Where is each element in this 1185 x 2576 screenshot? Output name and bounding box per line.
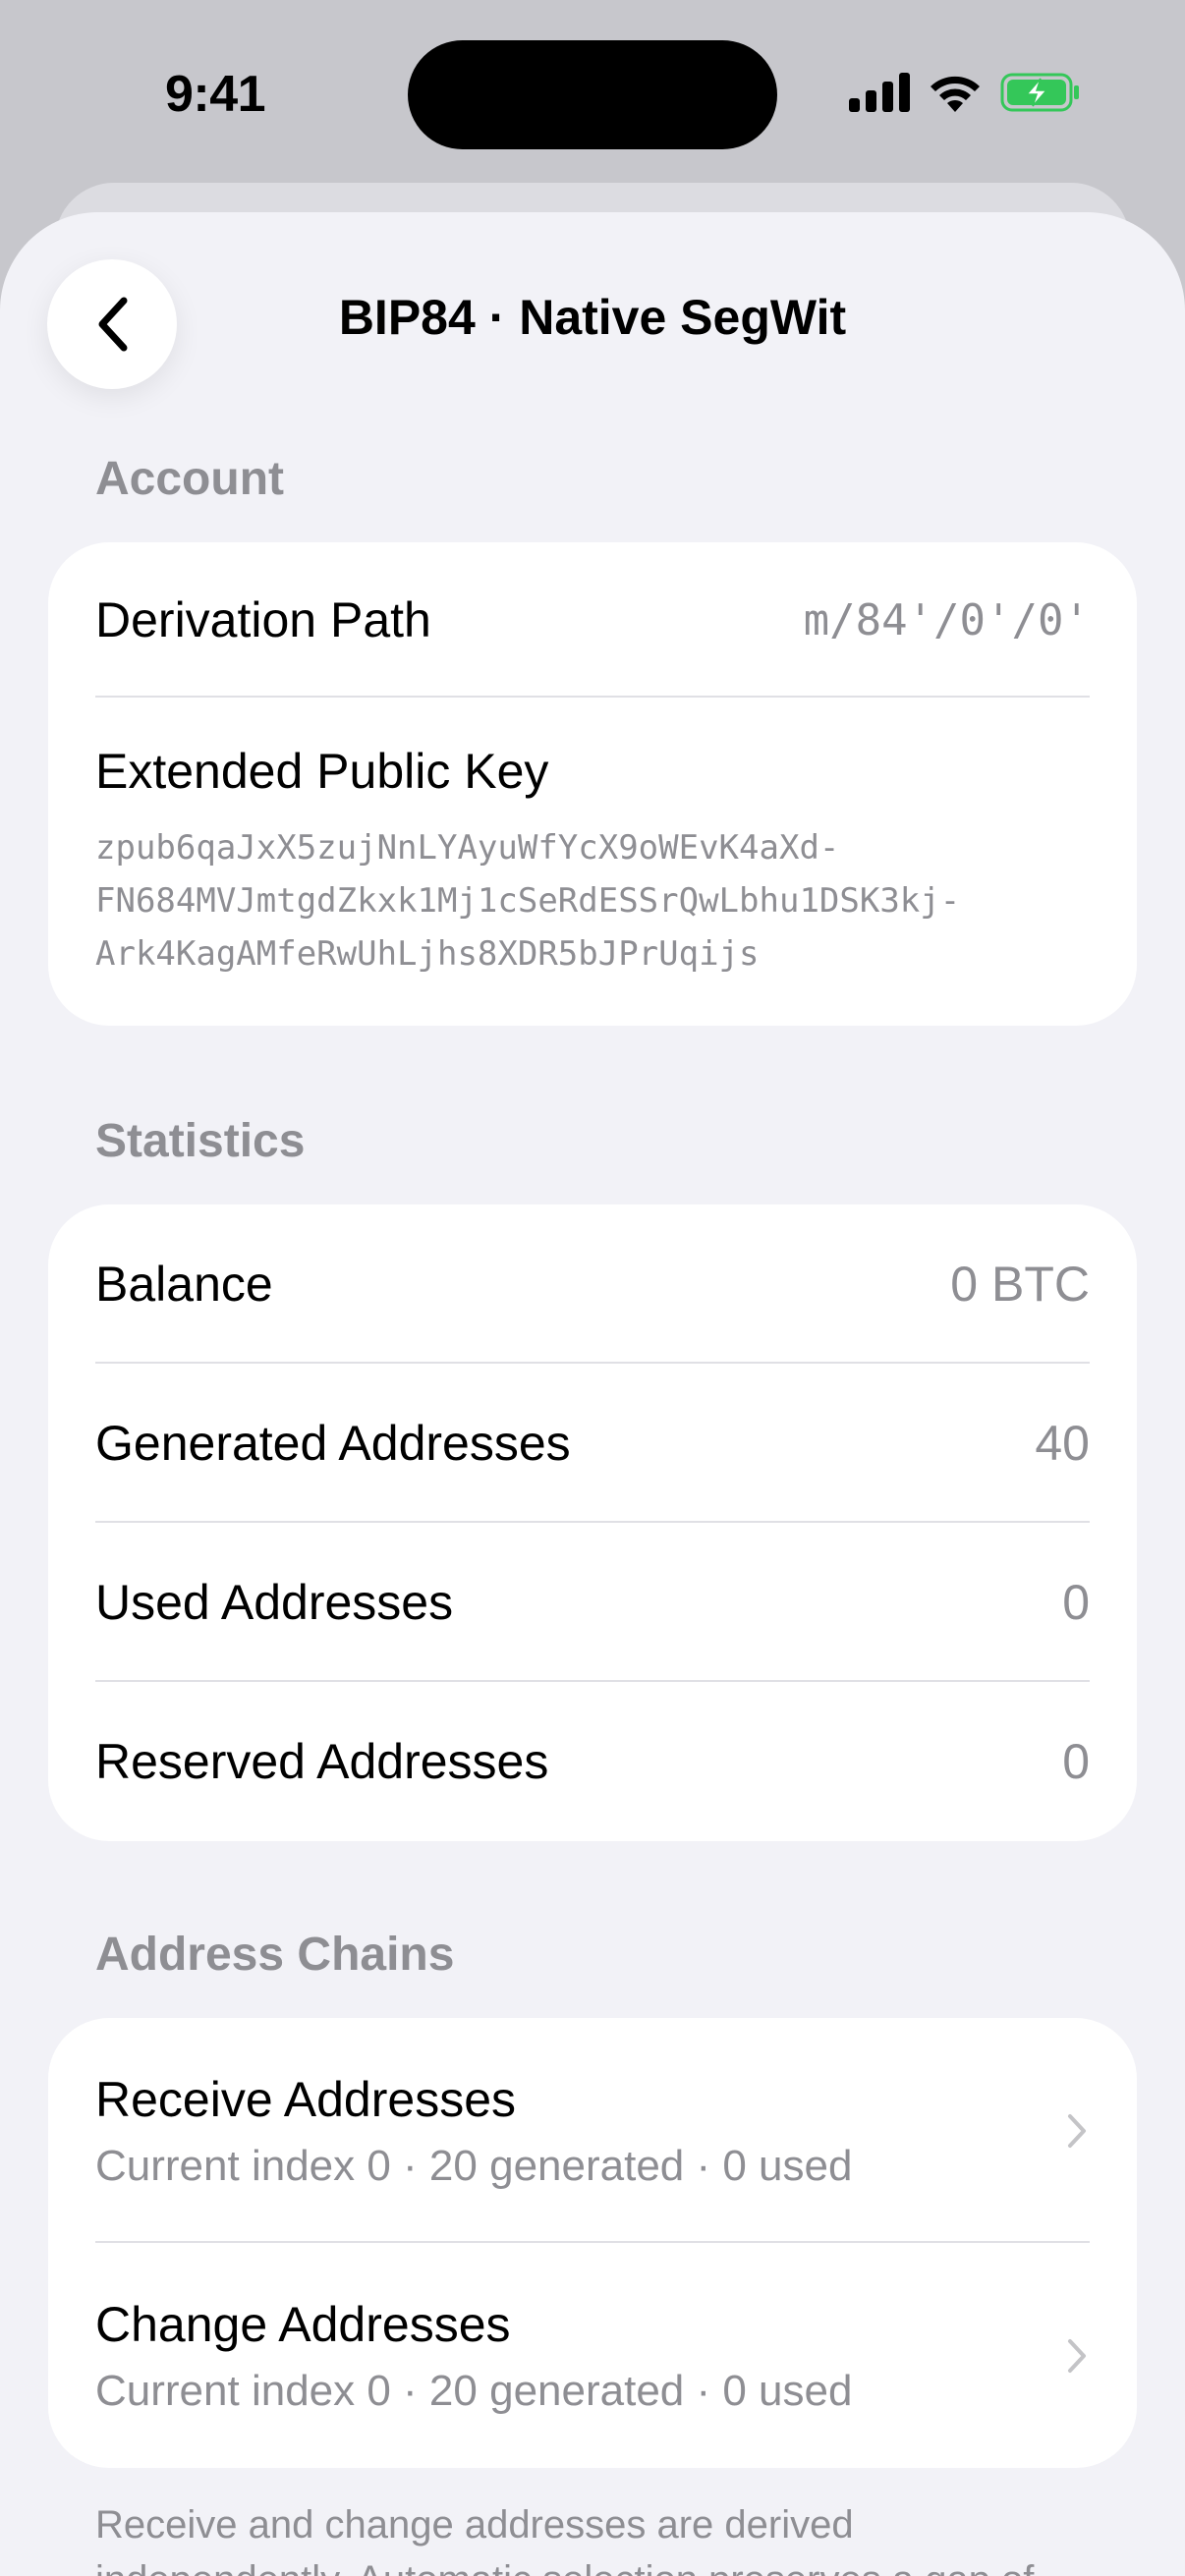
- balance-row: Balance 0 BTC: [48, 1204, 1137, 1364]
- section-header-statistics: Statistics: [95, 1115, 306, 1167]
- statistics-card: Balance 0 BTC Generated Addresses 40 Use…: [48, 1204, 1137, 1841]
- wifi-icon: [928, 73, 983, 117]
- chevron-right-icon: [1068, 2113, 1086, 2148]
- cellular-signal-icon: [849, 73, 910, 117]
- used-addresses-row: Used Addresses 0: [48, 1523, 1137, 1682]
- change-addresses-subtitle: Current index 0 · 20 generated · 0 used: [95, 2366, 853, 2415]
- battery-charging-icon: [1000, 73, 1081, 117]
- divider: [95, 696, 1090, 698]
- generated-addresses-row: Generated Addresses 40: [48, 1364, 1137, 1523]
- change-addresses-title: Change Addresses: [95, 2296, 511, 2352]
- page-title: BIP84 · Native SegWit: [338, 290, 847, 345]
- balance-label: Balance: [95, 1257, 273, 1312]
- reserved-addresses-row: Reserved Addresses 0: [48, 1682, 1137, 1841]
- derivation-path-value: m/84'/0'/0': [803, 594, 1090, 645]
- extended-public-key-row[interactable]: Extended Public Key zpub6qaJxX5zujNnLYAy…: [48, 698, 1137, 1020]
- status-icons: [849, 73, 1081, 117]
- extended-public-key-value: zpub6qaJxX5zujNnLYAyuWfYcX9oWEvK4aXd- FN…: [95, 821, 1088, 980]
- receive-addresses-title: Receive Addresses: [95, 2071, 517, 2127]
- balance-value: 0 BTC: [950, 1257, 1090, 1312]
- section-header-account: Account: [95, 453, 284, 505]
- used-addresses-value: 0: [1062, 1575, 1090, 1630]
- reserved-addresses-label: Reserved Addresses: [95, 1734, 549, 1789]
- xpub-line: FN684MVJmtgdZkxk1Mj1cSeRdESSrQwLbhu1DSK3…: [95, 881, 961, 921]
- reserved-addresses-value: 0: [1062, 1734, 1090, 1789]
- address-chains-footer-note: Receive and change addresses are derived…: [95, 2503, 1034, 2576]
- status-bar: 9:41: [0, 0, 1185, 187]
- modal-sheet: BIP84 · Native SegWit Account Derivation…: [0, 212, 1185, 2576]
- extended-public-key-label: Extended Public Key: [95, 744, 549, 799]
- change-addresses-row[interactable]: Change Addresses Current index 0 · 20 ge…: [48, 2243, 1137, 2468]
- section-header-address-chains: Address Chains: [95, 1929, 455, 1981]
- xpub-line: Ark4KagAMfeRwUhLjhs8XDR5bJPrUqijs: [95, 934, 760, 974]
- xpub-line: zpub6qaJxX5zujNnLYAyuWfYcX9oWEvK4aXd-: [95, 828, 840, 868]
- used-addresses-label: Used Addresses: [95, 1575, 454, 1630]
- receive-addresses-subtitle: Current index 0 · 20 generated · 0 used: [95, 2141, 853, 2190]
- generated-addresses-value: 40: [1035, 1416, 1090, 1471]
- address-chains-card: Receive Addresses Current index 0 · 20 g…: [48, 2018, 1137, 2468]
- receive-addresses-row[interactable]: Receive Addresses Current index 0 · 20 g…: [48, 2018, 1137, 2243]
- chevron-right-icon: [1068, 2338, 1086, 2373]
- dynamic-island: [408, 40, 777, 149]
- status-time: 9:41: [165, 66, 266, 123]
- generated-addresses-label: Generated Addresses: [95, 1416, 571, 1471]
- account-card: Derivation Path m/84'/0'/0' Extended Pub…: [48, 542, 1137, 1026]
- derivation-path-row: Derivation Path m/84'/0'/0': [48, 542, 1137, 698]
- derivation-path-label: Derivation Path: [95, 592, 431, 647]
